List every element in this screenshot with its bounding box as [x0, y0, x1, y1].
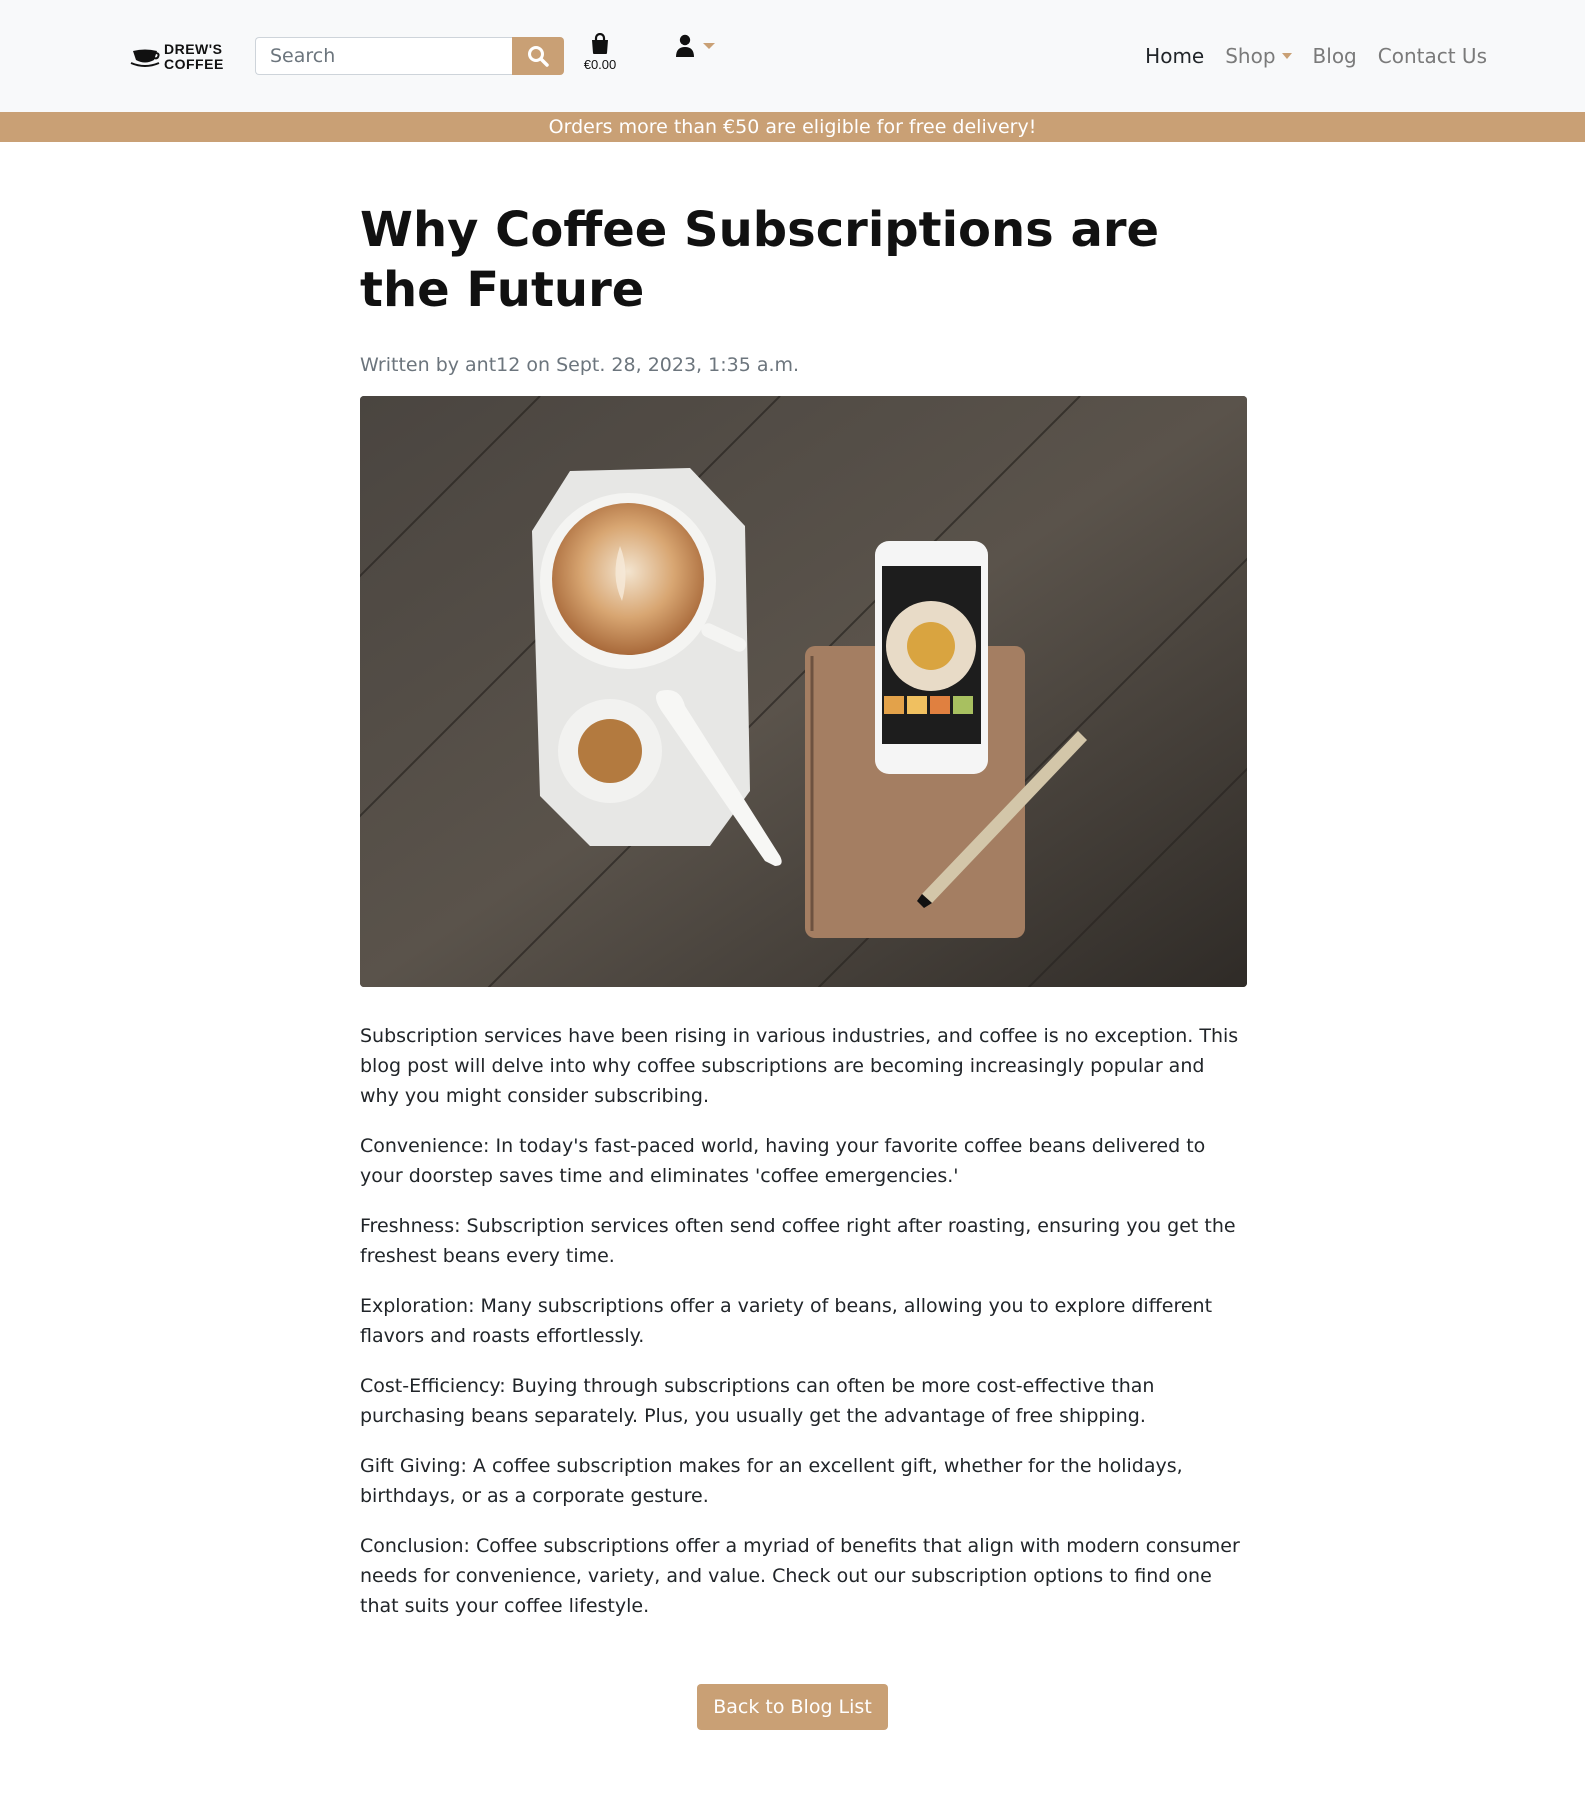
post-paragraph: Subscription services have been rising i… — [360, 1025, 1239, 1107]
post-meta: Written by ant12 on Sept. 28, 2023, 1:35… — [360, 354, 800, 376]
chevron-down-icon — [703, 43, 715, 49]
post-paragraph: Exploration: Many subscriptions offer a … — [360, 1295, 1213, 1347]
brand-name: DREW'S COFFEE — [164, 42, 224, 72]
shopping-bag-icon — [592, 32, 608, 54]
cart-total: €0.00 — [583, 57, 617, 72]
post-body: Subscription services have been rising i… — [360, 1021, 1247, 1621]
nav-home[interactable]: Home — [1145, 44, 1204, 68]
brand-logo[interactable]: DREW'S COFFEE — [130, 42, 223, 74]
post-title: Why Coffee Subscriptions are the Future — [360, 202, 1160, 318]
search-input[interactable] — [255, 37, 513, 75]
post-paragraph: Cost-Efficiency: Buying through subscrip… — [360, 1375, 1155, 1427]
brand-name-line2: COFFEE — [164, 56, 224, 72]
search-icon — [528, 46, 549, 67]
cart-button[interactable]: €0.00 — [575, 32, 625, 72]
coffee-cup-icon — [130, 49, 160, 67]
post-image — [360, 396, 1247, 987]
back-to-blog-button[interactable]: Back to Blog List — [697, 1684, 888, 1730]
post-paragraph: Convenience: In today's fast-paced world… — [360, 1135, 1206, 1187]
nav-shop[interactable]: Shop — [1225, 44, 1292, 68]
main-nav: Home Shop Blog Contact Us — [1124, 44, 1487, 68]
account-menu[interactable] — [675, 34, 715, 58]
navbar: DREW'S COFFEE €0.00 Home Shop Blog Conta… — [0, 0, 1585, 113]
free-delivery-banner: Orders more than €50 are eligible for fr… — [0, 112, 1585, 142]
post-paragraph: Gift Giving: A coffee subscription makes… — [360, 1455, 1183, 1507]
nav-contact[interactable]: Contact Us — [1378, 44, 1487, 68]
brand-name-line1: DREW'S — [164, 41, 223, 57]
back-button-wrap: Back to Blog List — [0, 1684, 1585, 1730]
nav-shop-label: Shop — [1225, 44, 1276, 68]
blog-article: Why Coffee Subscriptions are the Future … — [360, 200, 1247, 1641]
search-button[interactable] — [512, 37, 564, 75]
chevron-down-icon — [1281, 53, 1292, 59]
nav-blog[interactable]: Blog — [1313, 44, 1357, 68]
post-paragraph: Conclusion: Coffee subscriptions offer a… — [360, 1535, 1240, 1617]
post-paragraph: Freshness: Subscription services often s… — [360, 1215, 1236, 1267]
user-icon — [676, 34, 694, 57]
